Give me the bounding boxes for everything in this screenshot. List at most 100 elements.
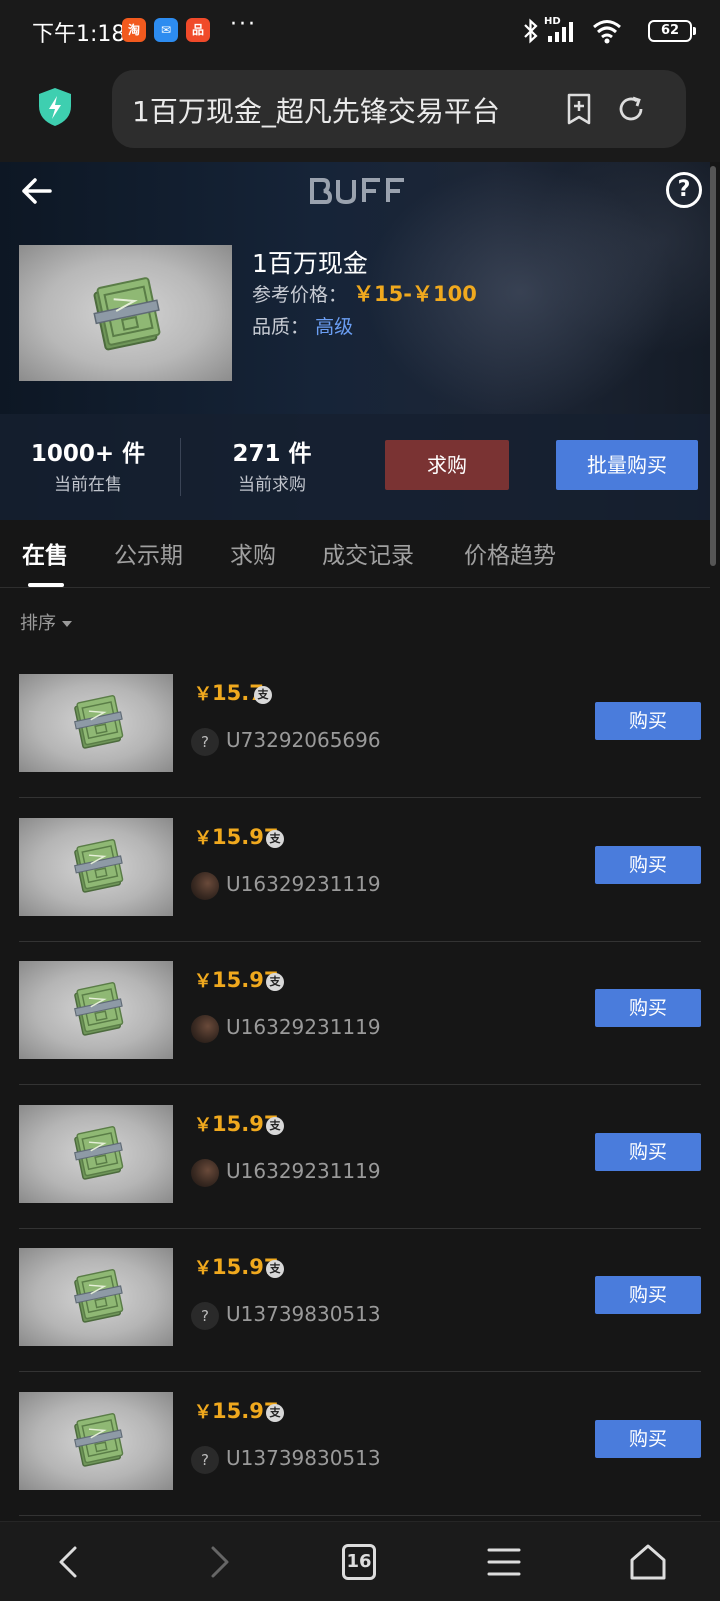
buy-button[interactable]: 购买	[595, 989, 701, 1027]
sort-dropdown[interactable]: 排序	[20, 609, 72, 635]
want-count: 271 件	[232, 441, 312, 467]
message-icon: ✉	[154, 18, 178, 42]
want-label: 当前求购	[238, 475, 306, 495]
alipay-icon: 支	[266, 1116, 284, 1135]
money-stack-icon	[74, 1412, 124, 1467]
seller-avatar[interactable]: ?	[191, 728, 219, 756]
battery-indicator: 62	[648, 20, 696, 42]
currency-symbol: ￥	[194, 1258, 212, 1279]
bulk-buy-button[interactable]: 批量购买	[556, 440, 698, 490]
row-divider	[19, 1371, 701, 1372]
money-stack-icon	[74, 1125, 124, 1180]
app-icon: 品	[186, 18, 210, 42]
seller-id[interactable]: U13739830513	[226, 1446, 381, 1470]
on-sale-label: 当前在售	[54, 475, 122, 495]
url-title[interactable]: 1百万现金_超凡先锋交易平台	[132, 90, 532, 130]
tab-want-to-buy[interactable]: 求购	[230, 536, 276, 570]
on-sale-count: 1000+ 件	[30, 441, 146, 467]
status-time: 下午1:18	[32, 22, 126, 47]
tab-bar: 在售 公示期 求购 成交记录 价格趋势	[0, 520, 710, 588]
item-thumbnail[interactable]	[19, 1248, 173, 1346]
row-divider	[19, 1514, 701, 1516]
browser-toolbar: 1百万现金_超凡先锋交易平台	[0, 62, 720, 162]
reference-price: 参考价格： ￥15-￥100	[252, 278, 477, 308]
sort-label: 排序	[20, 613, 56, 634]
item-header: ? 1百万现金 参考价格： ￥15-￥100 品质： 高级 1000+ 件 当前…	[0, 162, 710, 520]
tab-price-trend[interactable]: 价格趋势	[464, 536, 556, 570]
row-divider	[19, 797, 701, 798]
alipay-icon: 支	[266, 973, 284, 991]
seller-id[interactable]: U16329231119	[226, 1015, 381, 1039]
seller-avatar[interactable]: ?	[191, 1302, 219, 1330]
want-to-buy-button[interactable]: 求购	[385, 440, 509, 490]
row-divider	[19, 1084, 701, 1085]
help-button[interactable]: ?	[666, 172, 702, 208]
alipay-icon: 支	[266, 829, 284, 848]
buy-button[interactable]: 购买	[595, 1132, 701, 1171]
buy-button[interactable]: 购买	[595, 1419, 701, 1458]
row-divider	[19, 940, 701, 942]
money-stack-icon	[74, 838, 124, 893]
buy-button[interactable]: 购买	[595, 845, 701, 884]
seller-id[interactable]: U16329231119	[226, 1159, 381, 1183]
quality-value: 高级	[315, 316, 354, 338]
seller-avatar[interactable]	[191, 871, 219, 900]
nav-forward-icon[interactable]	[196, 1540, 240, 1584]
taobao-icon: 淘	[122, 18, 146, 42]
item-thumbnail[interactable]	[19, 961, 173, 1059]
seller-avatar[interactable]: ?	[191, 1445, 219, 1474]
currency-symbol: ￥	[194, 684, 212, 705]
signal-icon	[548, 22, 573, 42]
security-shield-icon[interactable]	[36, 86, 74, 128]
buy-button[interactable]: 购买	[595, 702, 701, 740]
currency-symbol: ￥	[194, 827, 212, 849]
stats-divider	[180, 438, 181, 496]
tab-trade-history[interactable]: 成交记录	[322, 536, 414, 570]
item-thumbnail[interactable]	[19, 817, 173, 916]
seller-id[interactable]: U73292065696	[226, 728, 381, 752]
seller-id[interactable]: U13739830513	[226, 1302, 381, 1326]
more-notifications-icon: ···	[230, 12, 257, 37]
currency-symbol: ￥	[194, 1401, 212, 1423]
alipay-icon: 支	[266, 1260, 284, 1278]
seller-avatar[interactable]	[191, 1015, 219, 1043]
tab-on-sale[interactable]: 在售	[22, 536, 68, 570]
listing-row[interactable]: ￥15.7 支? U73292065696 购买	[0, 658, 710, 801]
bluetooth-icon	[524, 18, 538, 44]
money-stack-icon	[93, 277, 161, 351]
currency-symbol: ￥	[194, 1114, 212, 1136]
home-icon[interactable]	[626, 1540, 670, 1584]
bookmark-add-icon[interactable]	[562, 92, 596, 126]
address-bar[interactable]: 1百万现金_超凡先锋交易平台	[112, 70, 686, 148]
item-thumbnail[interactable]	[19, 674, 173, 772]
listing-row[interactable]: ￥15.97 支 U16329231119 购买	[0, 1089, 710, 1232]
page-scrollbar[interactable]	[710, 166, 716, 566]
listing-row[interactable]: ￥15.97 支 U16329231119 购买	[0, 802, 710, 945]
listing-row[interactable]: ￥15.97 支? U13739830513 购买	[0, 1376, 710, 1519]
listing-row[interactable]: ￥15.97 支? U13739830513 购买	[0, 1232, 710, 1375]
status-bar: 下午1:18 淘 ✉ 品 ··· HD 62	[0, 0, 720, 62]
active-tab-indicator	[28, 583, 64, 587]
browser-bottom-nav: 16	[0, 1521, 720, 1601]
item-thumbnail[interactable]	[19, 1391, 173, 1490]
item-thumbnail[interactable]	[19, 1104, 173, 1203]
item-quality: 品质： 高级	[252, 312, 353, 339]
nav-back-icon[interactable]	[48, 1540, 92, 1584]
menu-icon[interactable]	[482, 1540, 526, 1584]
currency-symbol: ￥	[194, 971, 212, 992]
tab-public-period[interactable]: 公示期	[114, 536, 183, 570]
quality-label: 品质：	[252, 316, 310, 338]
seller-avatar[interactable]	[191, 1158, 219, 1187]
seller-id[interactable]: U16329231119	[226, 872, 381, 896]
back-arrow-icon[interactable]	[20, 174, 54, 208]
item-name: 1百万现金	[252, 249, 368, 278]
alipay-icon: 支	[254, 686, 272, 704]
buy-button[interactable]: 购买	[595, 1276, 701, 1314]
reference-price-value: ￥15-￥100	[353, 282, 477, 306]
tabs-button[interactable]: 16	[342, 1544, 376, 1580]
refresh-icon[interactable]	[614, 92, 648, 126]
item-image	[19, 245, 232, 381]
money-stack-icon	[74, 1269, 124, 1323]
buff-logo	[310, 178, 404, 205]
listing-row[interactable]: ￥15.97 支 U16329231119 购买	[0, 945, 710, 1088]
